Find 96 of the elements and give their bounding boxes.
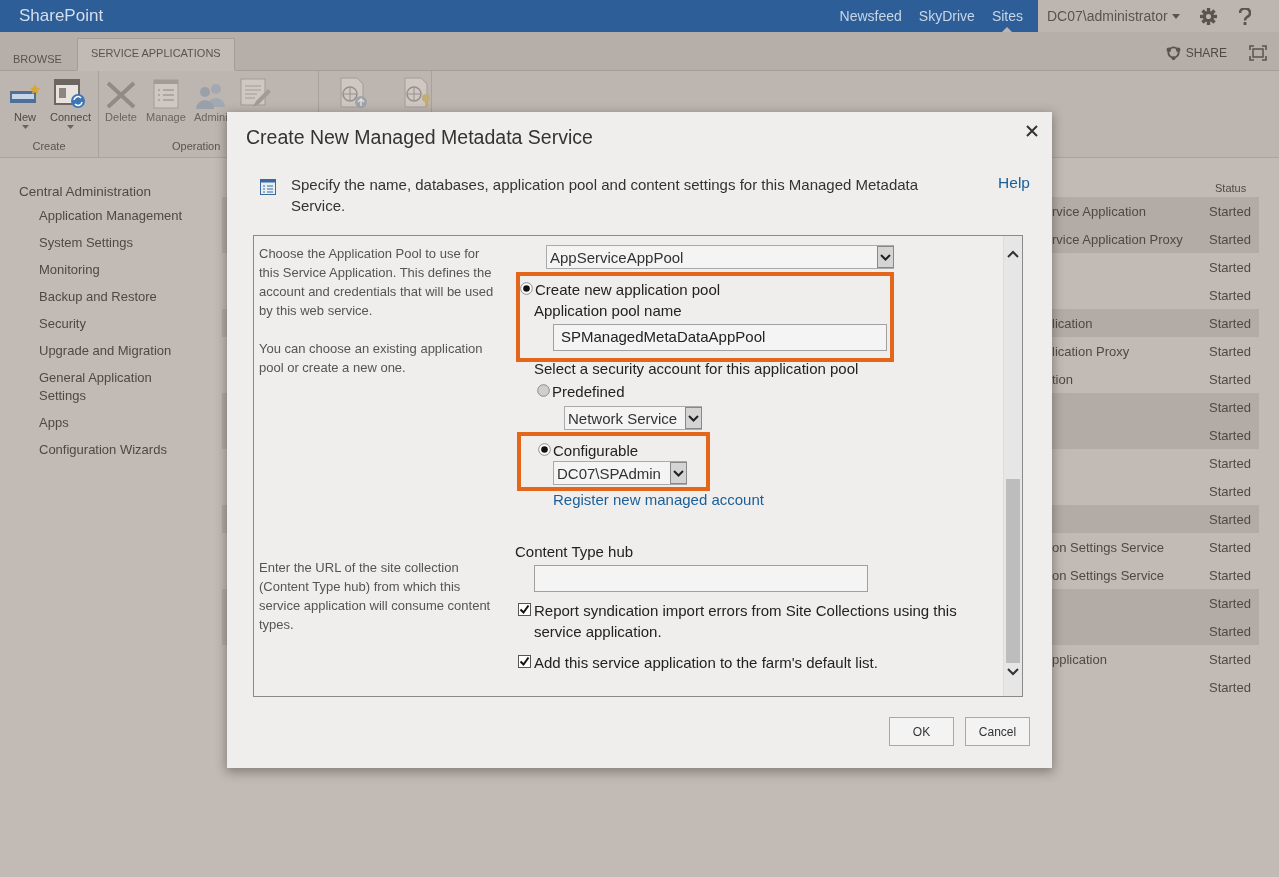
share-button[interactable]: SHARE bbox=[1165, 45, 1227, 60]
section-description: Enter the URL of the site collection (Content Type hub) from which this service application will consume content types. bbox=[259, 559, 492, 634]
radio-label: Configurable bbox=[553, 441, 639, 461]
caret-icon bbox=[1171, 13, 1180, 19]
new-button[interactable]: New bbox=[4, 77, 46, 129]
nav-link[interactable]: SkyDrive bbox=[916, 0, 977, 32]
status-text: Started bbox=[1209, 427, 1252, 443]
settings-icon[interactable] bbox=[1199, 7, 1217, 25]
share-icon bbox=[1165, 45, 1181, 60]
status-text: Started bbox=[1209, 679, 1252, 695]
status-text: Started bbox=[1209, 539, 1252, 555]
status-text: Started bbox=[1209, 651, 1252, 667]
status-text: Started bbox=[1209, 399, 1252, 415]
service-name[interactable]: pplication bbox=[1052, 651, 1207, 667]
status-text: Started bbox=[1209, 371, 1252, 387]
window-refresh-icon bbox=[54, 79, 87, 109]
dialog-button[interactable]: Cancel bbox=[965, 717, 1030, 746]
status-text: Started bbox=[1209, 315, 1252, 331]
nav-link[interactable]: Newsfeed bbox=[837, 0, 904, 32]
help-link[interactable]: Help bbox=[998, 174, 1030, 216]
nav-item[interactable]: Configuration Wizards bbox=[39, 441, 199, 459]
nav-item[interactable]: Security bbox=[39, 315, 199, 333]
close-icon[interactable] bbox=[1026, 125, 1038, 137]
list-icon bbox=[152, 79, 179, 109]
status-text: Started bbox=[1209, 203, 1252, 219]
caret-icon bbox=[21, 125, 29, 129]
radio-button[interactable] bbox=[537, 382, 550, 397]
service-name[interactable]: lication bbox=[1052, 315, 1207, 331]
field-label: Select a security account for this application pool bbox=[534, 359, 860, 379]
nav-item[interactable]: Application Management bbox=[39, 207, 199, 225]
nav-link[interactable]: Sites bbox=[989, 0, 1025, 32]
column-header: Status bbox=[1215, 182, 1248, 196]
status-text: Started bbox=[1209, 287, 1252, 303]
ribbon-tab[interactable]: BROWSE bbox=[0, 44, 75, 71]
radio-label: Predefined bbox=[552, 382, 625, 402]
status-text: Started bbox=[1209, 343, 1252, 359]
site-title[interactable]: SharePoint bbox=[19, 6, 838, 26]
register-link[interactable]: Register new managed account bbox=[553, 491, 764, 508]
input-field[interactable]: SPManagedMetaDataAppPool bbox=[553, 324, 887, 351]
status-text: Started bbox=[1209, 259, 1252, 275]
field-label: Application pool name bbox=[534, 301, 683, 321]
ribbon-tab[interactable]: SERVICE APPLICATIONS bbox=[76, 38, 235, 71]
status-text: Started bbox=[1209, 595, 1252, 611]
dropdown[interactable]: Network Service bbox=[564, 406, 702, 430]
chevron-down-icon bbox=[877, 246, 894, 268]
status-text: Started bbox=[1209, 231, 1252, 247]
connect-button[interactable]: Connect bbox=[48, 77, 93, 129]
people-icon bbox=[194, 83, 227, 109]
service-name[interactable]: rvice Application Proxy bbox=[1052, 231, 1207, 247]
status-text: Started bbox=[1209, 483, 1252, 499]
dialog-button[interactable]: OK bbox=[889, 717, 954, 746]
nav-item[interactable]: Monitoring bbox=[39, 261, 199, 279]
checkbox[interactable] bbox=[518, 603, 531, 616]
delete-icon bbox=[106, 81, 136, 109]
dropdown[interactable]: DC07\SPAdmin bbox=[553, 461, 687, 485]
input-field[interactable] bbox=[534, 565, 868, 592]
status-text: Started bbox=[1209, 623, 1252, 639]
document-globe-icon bbox=[403, 77, 433, 109]
scrollbar[interactable] bbox=[1003, 236, 1022, 696]
status-text: Started bbox=[1209, 511, 1252, 527]
nav-item[interactable]: Apps bbox=[39, 414, 199, 432]
field-label: Content Type hub bbox=[515, 542, 635, 562]
service-name[interactable]: on Settings Service bbox=[1052, 539, 1207, 555]
chevron-up-icon[interactable] bbox=[1007, 250, 1019, 258]
nav-heading[interactable]: Central Administration bbox=[19, 184, 222, 199]
section-description: You can choose an existing application pool or create a new one. bbox=[259, 340, 484, 377]
status-text: Started bbox=[1209, 567, 1252, 583]
fullscreen-icon[interactable] bbox=[1249, 45, 1267, 61]
info-list-icon bbox=[260, 179, 276, 195]
checkbox-label: Add this service application to the farm's default list. bbox=[534, 653, 879, 673]
dropdown[interactable]: AppServiceAppPool bbox=[546, 245, 894, 269]
service-name[interactable]: lication Proxy bbox=[1052, 343, 1207, 359]
document-globe-icon bbox=[339, 77, 369, 109]
radio-button[interactable] bbox=[538, 441, 551, 456]
chevron-down-icon[interactable] bbox=[1007, 668, 1019, 676]
service-name[interactable]: tion bbox=[1052, 371, 1207, 387]
service-name[interactable]: on Settings Service bbox=[1052, 567, 1207, 583]
chevron-down-icon bbox=[685, 407, 702, 429]
caret-icon bbox=[67, 125, 74, 129]
nav-item[interactable]: Backup and Restore bbox=[39, 288, 199, 306]
document-pencil-icon bbox=[238, 77, 271, 109]
group-label: Create bbox=[31, 139, 67, 154]
help-icon[interactable] bbox=[1238, 7, 1251, 25]
nav-item[interactable]: System Settings bbox=[39, 234, 199, 252]
chevron-down-icon bbox=[670, 462, 687, 484]
nav-item[interactable]: Upgrade and Migration bbox=[39, 342, 199, 360]
dialog-title: Create New Managed Metadata Service bbox=[246, 126, 593, 149]
service-name[interactable]: rvice Application bbox=[1052, 203, 1207, 219]
checkbox[interactable] bbox=[518, 655, 531, 668]
checkbox-label: Report syndication import errors from Site Collections using this service application. bbox=[534, 601, 958, 642]
section-description: Choose the Application Pool to use for this Service Application. This defines the account and credentials that will be used by this web service. bbox=[259, 245, 495, 320]
nav-item[interactable]: General Application Settings bbox=[39, 369, 199, 405]
radio-button[interactable] bbox=[520, 280, 533, 295]
status-text: Started bbox=[1209, 455, 1252, 471]
radio-label: Create new application pool bbox=[535, 280, 721, 300]
dialog-description: Specify the name, databases, application pool and content settings for this Managed Metadata Service. bbox=[291, 175, 920, 216]
